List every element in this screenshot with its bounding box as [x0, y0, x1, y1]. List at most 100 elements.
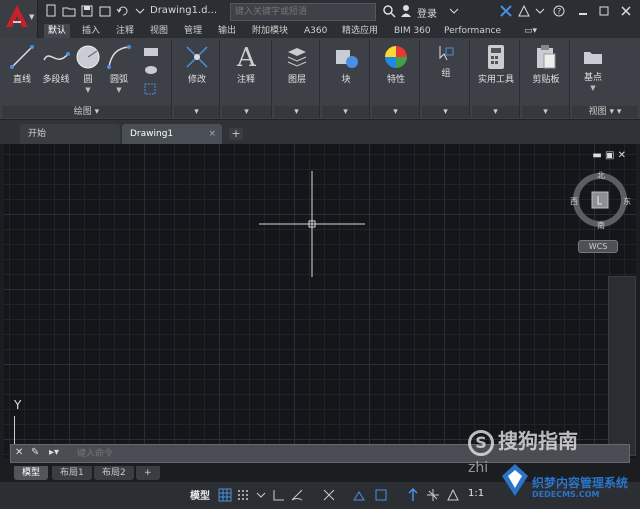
- object-snap-tracking-icon[interactable]: [352, 488, 366, 502]
- search-input[interactable]: [231, 4, 375, 20]
- tab-insert[interactable]: 插入: [78, 24, 104, 38]
- search-icon[interactable]: [382, 4, 396, 18]
- tab-model[interactable]: 模型: [14, 466, 49, 480]
- search-box[interactable]: [230, 3, 376, 21]
- block-tool[interactable]: 块: [328, 44, 364, 85]
- properties-panel: 特性 ▾: [372, 40, 420, 118]
- groups-tool[interactable]: 组: [428, 44, 464, 79]
- viewcube-south[interactable]: 南: [597, 220, 605, 231]
- close-command-line-icon[interactable]: ✕: [15, 447, 23, 458]
- annotation-panel-footer[interactable]: ▾: [222, 106, 271, 118]
- login-link[interactable]: 登录: [417, 5, 437, 20]
- wcs-dropdown[interactable]: WCS: [578, 240, 618, 253]
- viewcube[interactable]: 北 南 东 西: [568, 168, 632, 232]
- clipboard-panel-footer[interactable]: ▾: [522, 106, 569, 118]
- chevron-down-icon[interactable]: ▼: [116, 86, 121, 94]
- tab-performance[interactable]: Performance: [440, 24, 505, 38]
- tab-layout1[interactable]: 布局1: [52, 466, 92, 480]
- exchange-icon[interactable]: [500, 5, 512, 17]
- utilities-tool[interactable]: 实用工具: [476, 44, 516, 85]
- close-tab-icon[interactable]: ×: [208, 124, 216, 144]
- tab-default[interactable]: 默认: [44, 24, 71, 38]
- modify-panel-footer[interactable]: ▾: [174, 106, 219, 118]
- tab-a360[interactable]: A360: [300, 24, 331, 38]
- chevron-down-icon[interactable]: ▼: [85, 86, 90, 94]
- auto-scale-icon[interactable]: [446, 488, 460, 502]
- annotation-tool[interactable]: A 注释: [228, 42, 264, 85]
- viewcube-west[interactable]: 西: [570, 196, 578, 207]
- tab-manage[interactable]: 管理: [180, 24, 206, 38]
- command-history-icon[interactable]: ▸▾: [49, 447, 59, 458]
- tab-overflow-icon[interactable]: ▭▾: [520, 24, 541, 38]
- tab-featured-apps[interactable]: 精选应用: [338, 24, 382, 38]
- utilities-panel-footer[interactable]: ▾: [472, 106, 519, 118]
- help-icon[interactable]: ?: [553, 5, 565, 17]
- properties-panel-footer[interactable]: ▾: [372, 106, 419, 118]
- layers-tool[interactable]: 图层: [280, 44, 314, 85]
- rectangle-tool[interactable]: [140, 46, 164, 58]
- new-tab-button[interactable]: +: [229, 128, 243, 140]
- new-file-icon[interactable]: [44, 4, 58, 18]
- navigation-bar[interactable]: [608, 276, 636, 456]
- polyline-tool[interactable]: 多段线: [38, 44, 74, 85]
- application-menu-button[interactable]: ▼: [0, 0, 38, 38]
- tab-start-label: 开始: [28, 129, 47, 139]
- draw-panel-footer[interactable]: 绘图 ▾: [2, 106, 171, 118]
- wrench-icon[interactable]: ✎: [31, 447, 39, 458]
- modify-tool[interactable]: 修改: [180, 44, 214, 85]
- polar-tracking-icon[interactable]: [290, 488, 304, 502]
- restore-icon[interactable]: [598, 5, 610, 17]
- tab-addins[interactable]: 附加模块: [248, 24, 292, 38]
- base-tool[interactable]: 基点 ▼: [578, 46, 608, 93]
- circle-tool[interactable]: 圆 ▼: [74, 44, 102, 95]
- save-as-icon[interactable]: [98, 4, 112, 18]
- annotation-scale-icon[interactable]: [406, 487, 420, 502]
- arc-tool[interactable]: 圆弧 ▼: [104, 44, 134, 95]
- object-snap-icon[interactable]: [374, 488, 388, 502]
- tab-layout2[interactable]: 布局2: [94, 466, 134, 480]
- close-icon[interactable]: [620, 5, 632, 17]
- minimize-icon[interactable]: [577, 5, 589, 17]
- tab-bim360[interactable]: BIM 360: [390, 24, 435, 38]
- tab-view[interactable]: 视图: [146, 24, 172, 38]
- grid-icon[interactable]: [218, 488, 232, 502]
- view-panel-footer[interactable]: 视图 ▾ ▾: [572, 106, 638, 118]
- close-viewport-icon[interactable]: ✕: [618, 150, 626, 161]
- hatch-tool[interactable]: [140, 64, 164, 76]
- annotation-visibility-icon[interactable]: [426, 488, 440, 502]
- snap-icon[interactable]: [236, 488, 250, 502]
- ortho-icon[interactable]: [272, 488, 286, 502]
- layers-panel-footer[interactable]: ▾: [274, 106, 319, 118]
- tab-start[interactable]: 开始: [20, 124, 120, 144]
- wcs-label: WCS: [588, 242, 608, 251]
- chevron-down-icon[interactable]: [254, 488, 268, 502]
- groups-panel: 组 ▾: [422, 40, 470, 118]
- annotation-scale-label[interactable]: 1:1: [468, 488, 484, 499]
- open-folder-icon[interactable]: [62, 4, 76, 18]
- save-icon[interactable]: [80, 4, 94, 18]
- autodesk-a360-icon[interactable]: [518, 4, 530, 17]
- tab-drawing1[interactable]: Drawing1 ×: [122, 124, 222, 144]
- qat-dropdown-icon[interactable]: [133, 4, 147, 18]
- clipboard-tool[interactable]: 剪贴板: [526, 44, 566, 85]
- groups-panel-footer[interactable]: ▾: [422, 106, 469, 118]
- model-space-button[interactable]: 模型: [190, 487, 210, 502]
- tab-output[interactable]: 输出: [214, 24, 240, 38]
- chevron-down-icon[interactable]: ▼: [590, 84, 595, 92]
- viewcube-east[interactable]: 东: [623, 196, 631, 207]
- dropdown-icon[interactable]: [448, 5, 460, 17]
- restore-viewport-icon[interactable]: ▣: [605, 150, 614, 161]
- undo-icon[interactable]: [116, 4, 130, 18]
- user-icon[interactable]: [400, 4, 412, 18]
- add-layout-button[interactable]: +: [136, 466, 160, 480]
- properties-tool[interactable]: 特性: [378, 44, 414, 85]
- dropdown-icon[interactable]: [534, 5, 546, 17]
- tab-annotate[interactable]: 注释: [112, 24, 138, 38]
- isodraft-icon[interactable]: [322, 488, 336, 502]
- drawing-canvas[interactable]: ▬ ▣ ✕ 北 南 东 西 WCS Y: [4, 144, 636, 458]
- boundary-tool[interactable]: [140, 82, 164, 96]
- viewcube-north[interactable]: 北: [597, 170, 605, 181]
- block-panel-footer[interactable]: ▾: [322, 106, 369, 118]
- minimize-viewport-icon[interactable]: ▬: [592, 150, 601, 161]
- line-tool[interactable]: 直线: [6, 44, 38, 85]
